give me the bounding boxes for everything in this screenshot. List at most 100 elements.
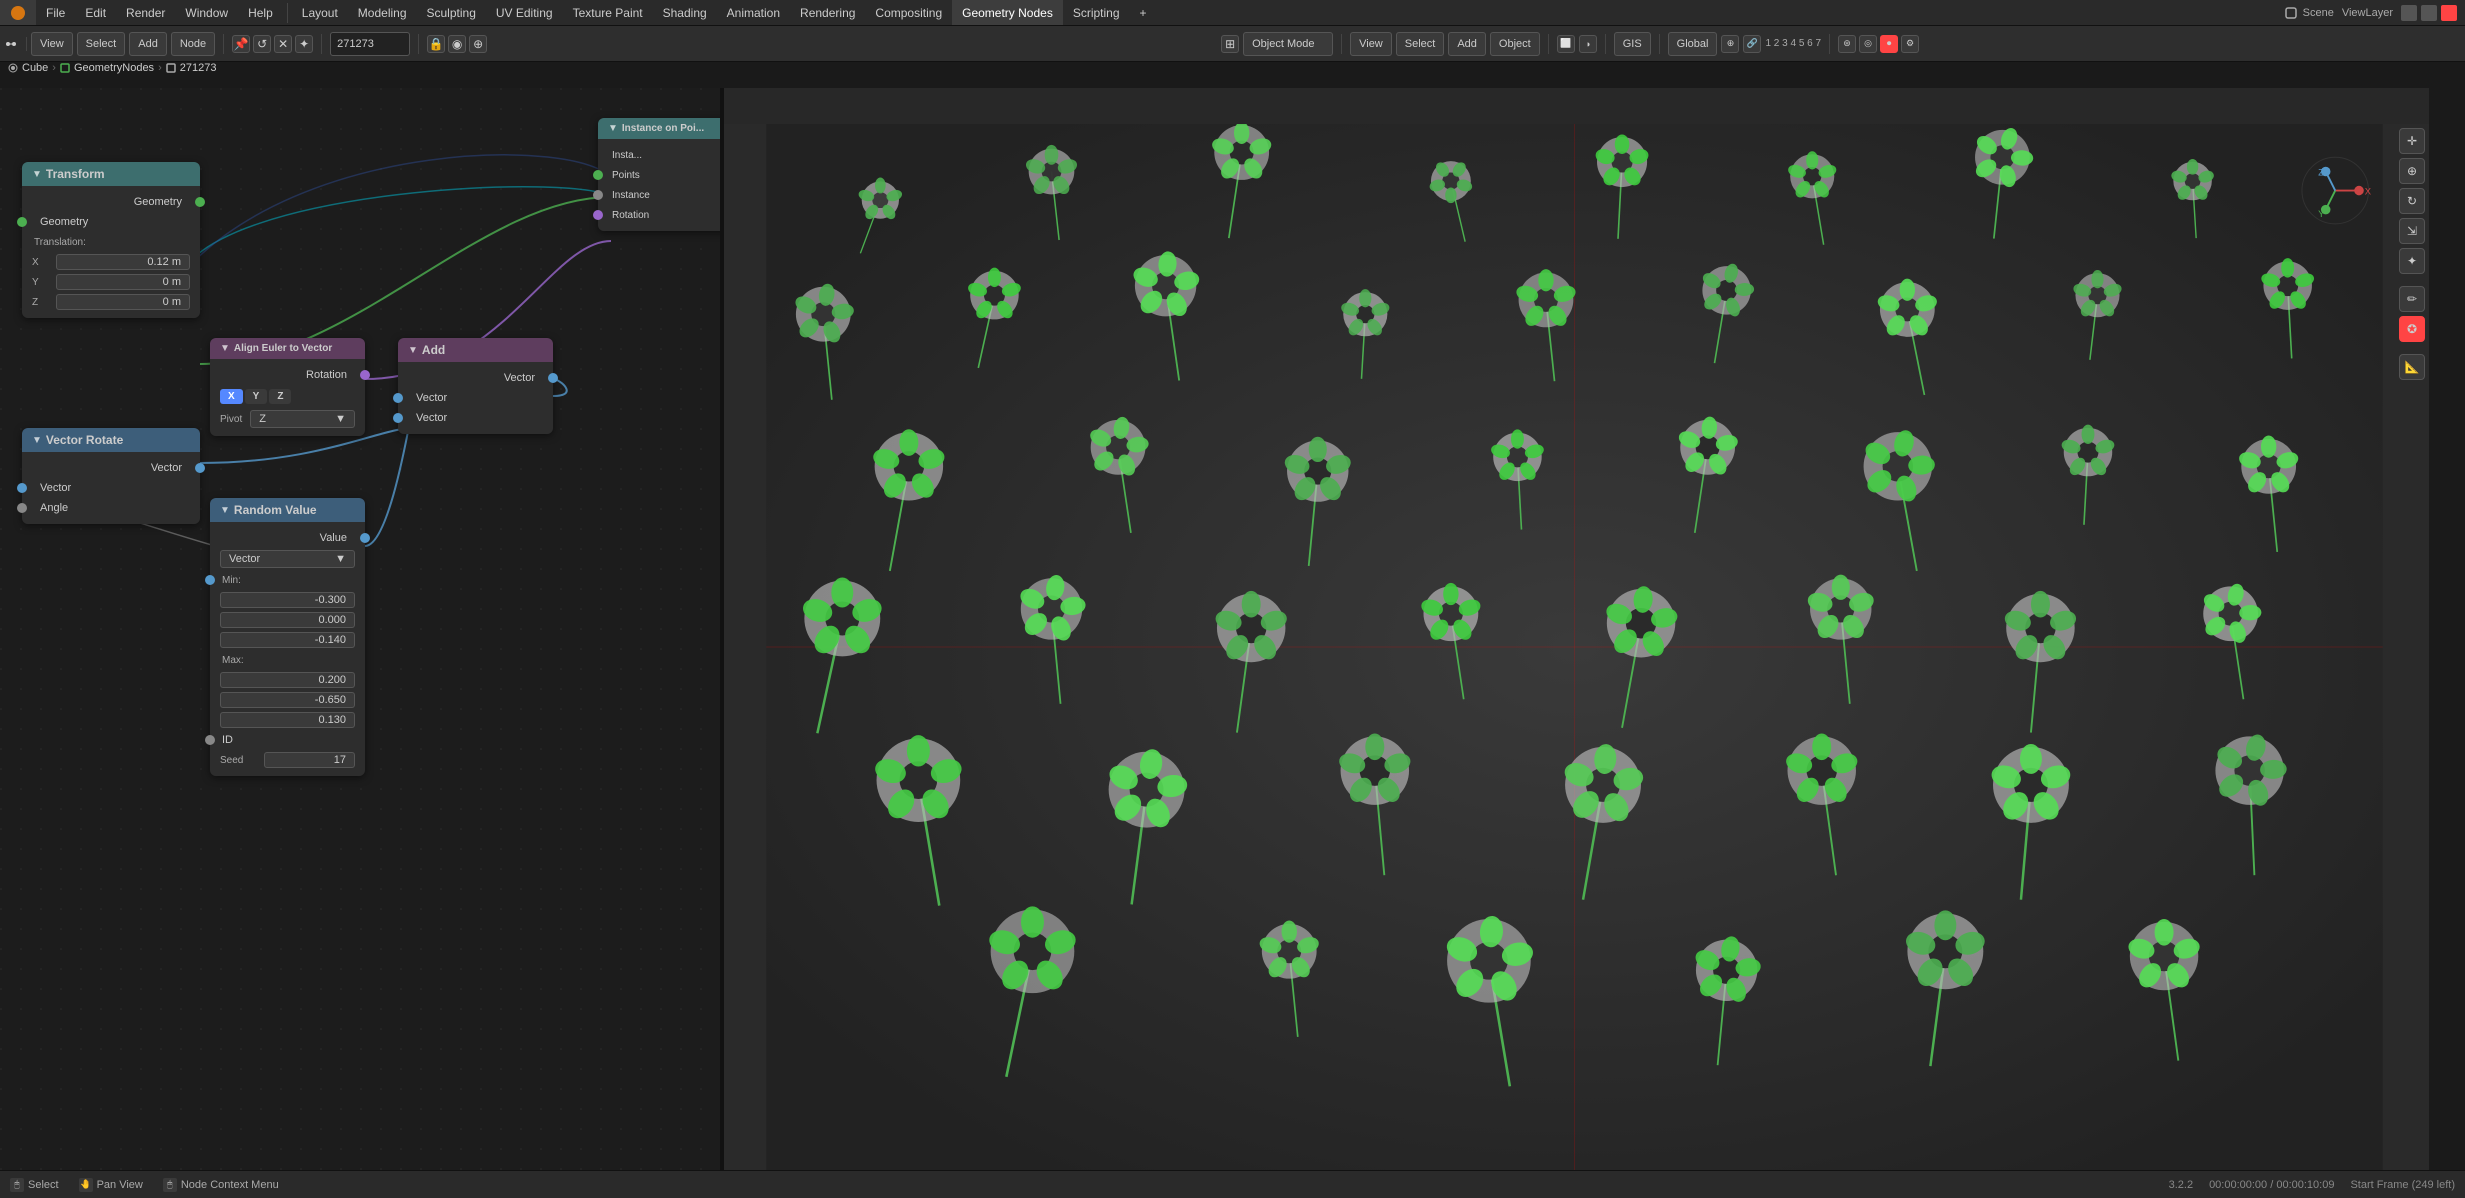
transform-geometry-out-socket[interactable] [195, 197, 205, 207]
random-value-title: Random Value [234, 503, 317, 517]
ae-pivot-dropdown[interactable]: Z ▼ [250, 410, 355, 428]
vr-vector-out-socket[interactable] [195, 463, 205, 473]
object-mode-btn[interactable]: Object Mode [1243, 32, 1333, 56]
add-menu-btn[interactable]: Add [129, 32, 167, 56]
pin-icon[interactable]: 📌 [232, 35, 250, 53]
menu-render[interactable]: Render [116, 0, 175, 25]
vr-angle-label: Angle [40, 502, 68, 514]
measure-tool[interactable]: 📐 [2399, 354, 2425, 380]
active-tool[interactable]: ✪ [2399, 316, 2425, 342]
instance-on-points-header[interactable]: ▼ Instance on Poi... [598, 118, 720, 139]
rv-min-y[interactable]: 0.000 [220, 612, 355, 628]
frame-input[interactable] [330, 32, 410, 56]
settings-icon[interactable]: ⚙ [1901, 35, 1919, 53]
select-btn2[interactable]: Select [1396, 32, 1445, 56]
rv-seed-input[interactable]: 17 [264, 752, 355, 768]
record-icon[interactable]: ⏺ [1880, 35, 1898, 53]
workspace-sculpting[interactable]: Sculpting [417, 0, 486, 25]
iop-points-socket[interactable] [593, 170, 603, 180]
menu-file[interactable]: File [36, 0, 75, 25]
global-btn[interactable]: Global [1668, 32, 1718, 56]
workspace-uv-editing[interactable]: UV Editing [486, 0, 563, 25]
ae-y-btn[interactable]: Y [245, 389, 268, 404]
workspace-shading[interactable]: Shading [653, 0, 717, 25]
ae-z-btn[interactable]: Z [269, 389, 291, 404]
random-value-header[interactable]: ▼ Random Value [210, 498, 365, 522]
breadcrumb-num[interactable]: 271273 [180, 62, 217, 74]
editor-divider[interactable] [720, 88, 724, 1170]
view-btn2[interactable]: View [1350, 32, 1392, 56]
ae-rotation-out-socket[interactable] [360, 370, 370, 380]
snap-icon[interactable]: 🔒 [427, 35, 445, 53]
rv-id-row: ID [210, 730, 365, 750]
workspace-scripting[interactable]: Scripting [1063, 0, 1130, 25]
star-icon[interactable]: ✦ [295, 35, 313, 53]
scale-tool[interactable]: ⇲ [2399, 218, 2425, 244]
select-menu-btn[interactable]: Select [77, 32, 126, 56]
menu-window[interactable]: Window [175, 0, 238, 25]
rv-value-out-socket[interactable] [360, 533, 370, 543]
snap-transform-icon[interactable]: 🔗 [1743, 35, 1761, 53]
rv-id-socket[interactable] [205, 735, 215, 745]
add-vector-in1-socket[interactable] [393, 393, 403, 403]
viewport-shading-solid[interactable]: ◑ [1579, 35, 1597, 53]
workspace-geometry-nodes[interactable]: Geometry Nodes [952, 0, 1063, 25]
align-euler-header[interactable]: ▼ Align Euler to Vector [210, 338, 365, 359]
rv-type-dropdown[interactable]: Vector ▼ [220, 550, 355, 568]
breadcrumb-cube[interactable]: Cube [22, 62, 48, 74]
rotate-tool[interactable]: ↻ [2399, 188, 2425, 214]
vr-angle-socket[interactable] [17, 503, 27, 513]
viewport-overlay-icon[interactable]: ⊛ [1838, 35, 1856, 53]
editor-type-icon[interactable] [4, 37, 18, 51]
menu-help[interactable]: Help [238, 0, 283, 25]
refresh-icon[interactable]: ↺ [253, 35, 271, 53]
rv-min-socket[interactable] [205, 575, 215, 585]
workspace-animation[interactable]: Animation [717, 0, 790, 25]
object-btn2[interactable]: Object [1490, 32, 1540, 56]
flowers-svg: X Y Z [720, 124, 2429, 1170]
view-menu-btn[interactable]: View [31, 32, 73, 56]
add-btn2[interactable]: Add [1448, 32, 1486, 56]
blender-logo[interactable] [0, 0, 36, 25]
close-icon[interactable]: ✕ [274, 35, 292, 53]
workspace-compositing[interactable]: Compositing [865, 0, 952, 25]
menu-edit[interactable]: Edit [75, 0, 116, 25]
transform-z-input[interactable]: 0 m [56, 294, 190, 310]
transform-geometry-in-socket[interactable] [17, 217, 27, 227]
rv-max-y[interactable]: -0.650 [220, 692, 355, 708]
transform-x-input[interactable]: 0.12 m [56, 254, 190, 270]
transform-node-header[interactable]: ▼ Transform [22, 162, 200, 186]
rv-max-x[interactable]: 0.200 [220, 672, 355, 688]
vr-vector-in-socket[interactable] [17, 483, 27, 493]
workspace-modeling[interactable]: Modeling [348, 0, 417, 25]
workspace-texture-paint[interactable]: Texture Paint [563, 0, 653, 25]
workspace-rendering[interactable]: Rendering [790, 0, 865, 25]
transform-tool[interactable]: ✦ [2399, 248, 2425, 274]
rv-min-x[interactable]: -0.300 [220, 592, 355, 608]
transform-icon[interactable]: ⊕ [1721, 35, 1739, 53]
viewport-layout-icon[interactable]: ⊞ [1221, 35, 1239, 53]
gis-btn[interactable]: GIS [1614, 32, 1651, 56]
overlay-icon[interactable]: ◉ [448, 35, 466, 53]
move-tool[interactable]: ⊕ [2399, 158, 2425, 184]
transform-y-input[interactable]: 0 m [56, 274, 190, 290]
vector-rotate-title: Vector Rotate [46, 433, 123, 447]
breadcrumb-geometry-nodes[interactable]: GeometryNodes [74, 62, 154, 74]
iop-rotation-socket[interactable] [593, 210, 603, 220]
vector-rotate-header[interactable]: ▼ Vector Rotate [22, 428, 200, 452]
iop-instance-socket[interactable] [593, 190, 603, 200]
xray-icon[interactable]: ◎ [1859, 35, 1877, 53]
ae-x-btn[interactable]: X [220, 389, 243, 404]
node-menu-btn[interactable]: Node [171, 32, 215, 56]
add-vector-out-socket[interactable] [548, 373, 558, 383]
workspace-layout[interactable]: Layout [292, 0, 348, 25]
workspace-add[interactable]: + [1130, 0, 1157, 25]
add-vector-in2-socket[interactable] [393, 413, 403, 423]
rv-max-z[interactable]: 0.130 [220, 712, 355, 728]
viewport-shading-wire[interactable]: ⬜ [1557, 35, 1575, 53]
gizmo-icon[interactable]: ⊕ [469, 35, 487, 53]
add-node-header[interactable]: ▼ Add [398, 338, 553, 362]
annotate-tool[interactable]: ✏ [2399, 286, 2425, 312]
cursor-tool[interactable]: ✛ [2399, 128, 2425, 154]
rv-min-z[interactable]: -0.140 [220, 632, 355, 648]
